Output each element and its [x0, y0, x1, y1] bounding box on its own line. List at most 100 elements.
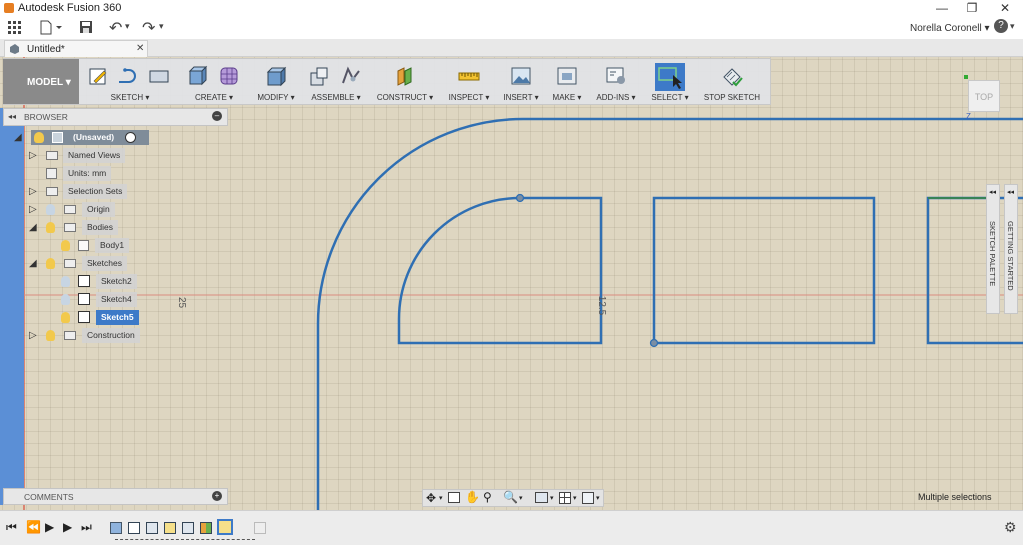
sketch-point[interactable]: [649, 338, 659, 348]
tree-sketch5[interactable]: Sketch5: [14, 310, 234, 325]
expand-getting-started-icon[interactable]: ◂◂: [1007, 188, 1014, 196]
toolbar-add-ins[interactable]: ADD-INS ▾: [592, 61, 640, 103]
new-component-icon[interactable]: [308, 65, 330, 87]
comments-panel[interactable]: COMMENTS +: [3, 488, 228, 505]
workspace-switcher-button[interactable]: MODEL ▾: [3, 59, 79, 104]
tree-named-views[interactable]: ▷ Named Views: [14, 148, 234, 163]
3d-print-icon[interactable]: [556, 65, 578, 87]
toolbar-assemble[interactable]: ASSEMBLE ▾: [304, 61, 368, 103]
sketch-palette-tab[interactable]: ◂◂ SKETCH PALETTE: [986, 184, 1000, 314]
grid-dropdown-icon[interactable]: ▾: [573, 494, 577, 502]
create-sketch-icon[interactable]: [88, 65, 110, 87]
step-forward-icon[interactable]: ▶: [63, 520, 72, 534]
toolbar-make[interactable]: MAKE ▾: [548, 61, 586, 103]
viewports-dropdown-icon[interactable]: ▾: [596, 494, 600, 502]
toolbar-construct[interactable]: CONSTRUCT ▾: [374, 61, 436, 103]
add-comment-icon[interactable]: +: [212, 491, 222, 501]
go-to-end-icon[interactable]: ⏭: [81, 520, 92, 535]
tree-body1[interactable]: Body1: [14, 238, 234, 253]
minimize-button[interactable]: —: [927, 0, 957, 17]
line-arc-icon[interactable]: [117, 65, 139, 87]
timeline-sketch-icon[interactable]: [164, 522, 176, 534]
maximize-button[interactable]: ❐: [957, 0, 987, 17]
zoom-icon[interactable]: ⚲: [483, 490, 492, 504]
joint-icon[interactable]: [340, 65, 362, 87]
visibility-bulb-icon[interactable]: [34, 132, 44, 143]
go-to-start-icon[interactable]: ⏮: [6, 520, 17, 535]
timeline-settings-gear-icon[interactable]: ⚙: [1004, 519, 1017, 536]
timeline-feature-icon[interactable]: [146, 522, 158, 534]
collapse-triangle-icon[interactable]: ◢: [29, 220, 37, 235]
visibility-bulb-off-icon[interactable]: [61, 294, 70, 305]
visibility-bulb-icon[interactable]: [46, 330, 55, 341]
toolbar-inspect[interactable]: INSPECT ▾: [444, 61, 494, 103]
expand-triangle-icon[interactable]: ▷: [29, 148, 37, 163]
tree-sketch4[interactable]: Sketch4: [14, 292, 234, 307]
toolbar-stop-sketch[interactable]: STOP SKETCH: [700, 61, 764, 103]
timeline-suppressed-icon[interactable]: [254, 522, 266, 534]
document-tab[interactable]: Untitled* ✕: [4, 40, 148, 57]
rectangle-profile-2[interactable]: [652, 196, 876, 345]
undo-dropdown-icon[interactable]: ▾: [125, 21, 130, 32]
expand-triangle-icon[interactable]: ▷: [29, 328, 37, 343]
press-pull-icon[interactable]: [265, 65, 287, 87]
browser-options-icon[interactable]: –: [212, 111, 222, 121]
offset-plane-icon[interactable]: [394, 65, 416, 87]
visibility-bulb-off-icon[interactable]: [61, 276, 70, 287]
user-account-menu[interactable]: Norella Coronell ▾: [910, 23, 990, 34]
timeline-active-sketch-icon[interactable]: [217, 519, 233, 535]
tree-construction[interactable]: ▷ Construction: [14, 328, 234, 343]
toolbar-create[interactable]: CREATE ▾: [182, 61, 246, 103]
look-at-icon[interactable]: [448, 492, 460, 503]
toolbar-modify[interactable]: MODIFY ▾: [254, 61, 298, 103]
play-icon[interactable]: ▶: [45, 520, 54, 534]
tree-selection-sets[interactable]: ▷ Selection Sets: [14, 184, 234, 199]
insert-image-icon[interactable]: [510, 65, 532, 87]
data-panel-grid-icon[interactable]: [8, 21, 22, 35]
timeline-sketch-icon[interactable]: [128, 522, 140, 534]
rectangle-icon[interactable]: [148, 65, 170, 87]
expand-palette-icon[interactable]: ◂◂: [989, 188, 996, 196]
expand-triangle-icon[interactable]: ▷: [29, 202, 37, 217]
outer-arc-line[interactable]: [316, 117, 1023, 510]
visibility-bulb-icon[interactable]: [61, 312, 70, 323]
tree-sketches[interactable]: ◢ Sketches: [14, 256, 234, 271]
pan-hand-icon[interactable]: ✋: [465, 490, 480, 504]
redo-dropdown-icon[interactable]: ▾: [159, 21, 164, 32]
extrude-icon[interactable]: [186, 65, 208, 87]
view-cube-face-top[interactable]: TOP: [975, 92, 993, 102]
view-cube[interactable]: TOP: [968, 80, 1000, 112]
orbit-dropdown-icon[interactable]: ▾: [439, 494, 443, 502]
rounded-profile[interactable]: [397, 196, 603, 345]
browser-panel-header[interactable]: ◂◂ BROWSER –: [3, 108, 228, 126]
tree-root-unsaved[interactable]: ◢ (Unsaved): [14, 130, 234, 145]
dimension-12-5[interactable]: 12.5: [596, 296, 607, 315]
fit-dropdown-icon[interactable]: ▾: [519, 494, 523, 502]
timeline-plane-icon[interactable]: [200, 522, 212, 534]
scripts-addins-icon[interactable]: [605, 65, 627, 87]
sketch-point[interactable]: [515, 193, 525, 203]
file-menu-icon[interactable]: [40, 20, 64, 35]
tree-bodies[interactable]: ◢ Bodies: [14, 220, 234, 235]
close-tab-icon[interactable]: ✕: [136, 43, 144, 54]
viewports-icon[interactable]: [582, 492, 594, 504]
close-window-button[interactable]: ✕: [990, 0, 1020, 17]
select-icon[interactable]: [655, 63, 685, 91]
collapse-triangle-icon[interactable]: ◢: [29, 256, 37, 271]
getting-started-tab[interactable]: ◂◂ GETTING STARTED: [1004, 184, 1018, 314]
visibility-bulb-icon[interactable]: [46, 222, 55, 233]
save-icon[interactable]: [79, 20, 93, 34]
help-icon[interactable]: ?: [994, 19, 1008, 33]
timeline-feature-icon[interactable]: [110, 522, 122, 534]
collapse-triangle-icon[interactable]: ◢: [14, 130, 22, 145]
measure-icon[interactable]: [458, 65, 480, 87]
visibility-bulb-icon[interactable]: [61, 240, 70, 251]
form-icon[interactable]: [218, 65, 240, 87]
orbit-icon[interactable]: ✥: [426, 491, 436, 505]
step-back-icon[interactable]: ⏪: [26, 520, 41, 534]
toolbar-sketch[interactable]: SKETCH ▾: [84, 61, 176, 103]
visibility-bulb-off-icon[interactable]: [46, 204, 55, 215]
tree-sketch2[interactable]: Sketch2: [14, 274, 234, 289]
tree-units[interactable]: Units: mm: [14, 166, 234, 181]
stop-sketch-icon[interactable]: [721, 65, 743, 87]
